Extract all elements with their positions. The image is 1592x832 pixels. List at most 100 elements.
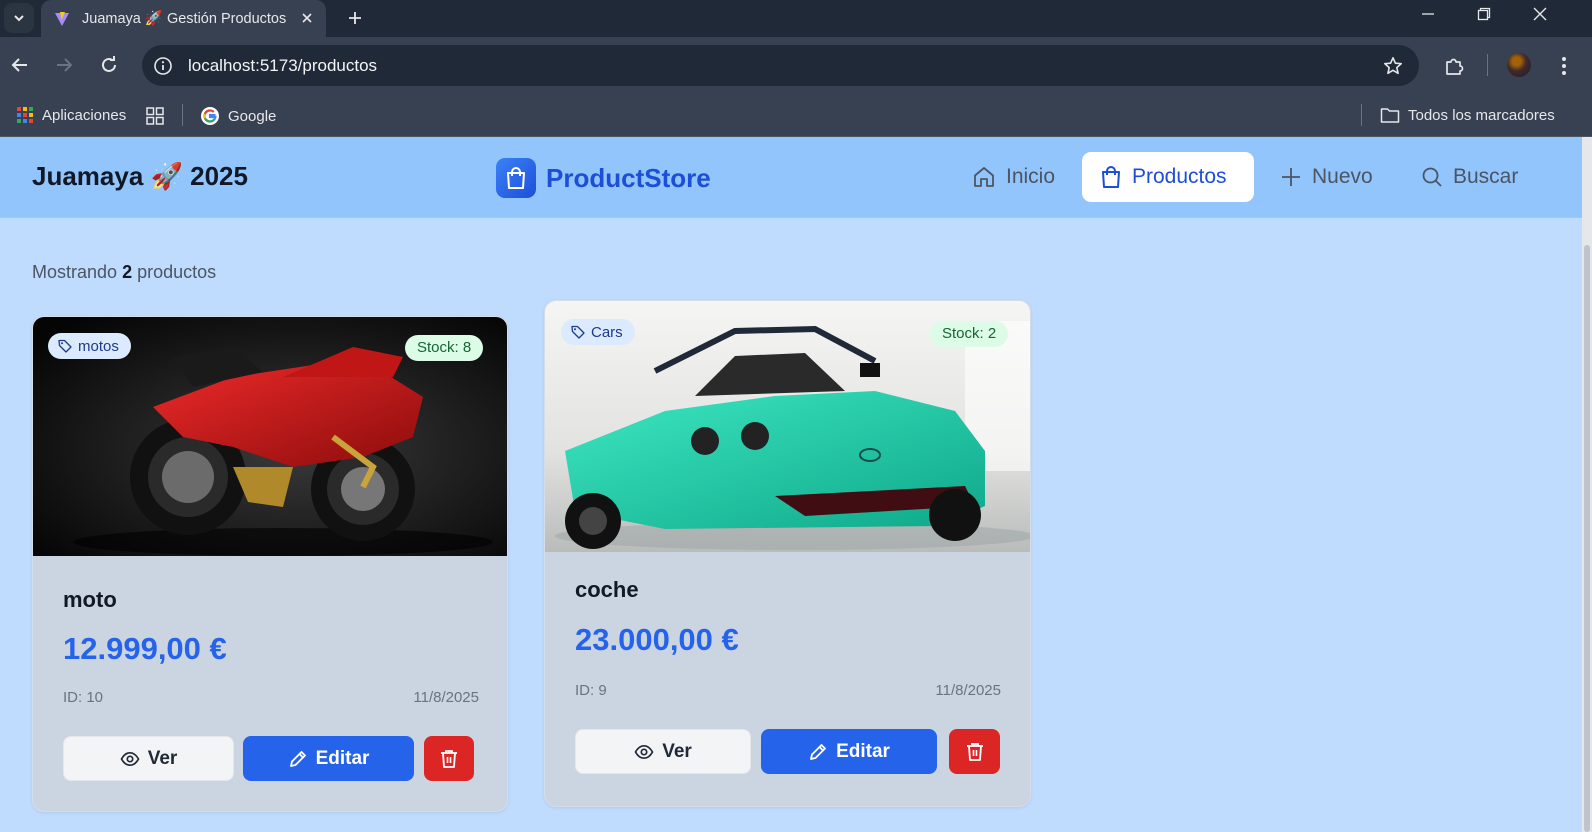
forward-button[interactable]	[50, 51, 78, 79]
scrollbar-thumb[interactable]	[1584, 245, 1590, 832]
extensions-icon[interactable]	[1440, 52, 1468, 80]
plus-icon	[349, 12, 361, 24]
tab-title: Juamaya 🚀 Gestión Productos	[82, 11, 287, 27]
product-id: ID: 9	[575, 682, 607, 699]
trash-icon	[966, 742, 983, 761]
bookmark-apps[interactable]: Aplicaciones	[16, 106, 126, 124]
trash-icon	[441, 749, 457, 768]
bookmarks-divider-right	[1361, 104, 1362, 126]
product-date: 11/8/2025	[413, 689, 479, 706]
back-button[interactable]	[6, 51, 34, 79]
tab-groups-icon	[146, 107, 164, 125]
view-button[interactable]: Ver	[63, 736, 234, 781]
brand-title[interactable]: Juamaya 🚀 2025	[32, 161, 248, 192]
close-icon	[1533, 7, 1547, 21]
kebab-menu-icon[interactable]	[1550, 52, 1578, 80]
url-text[interactable]: localhost:5173/productos	[188, 56, 377, 76]
tab-groups-button[interactable]	[145, 106, 173, 126]
nav-nuevo[interactable]: Nuevo	[1262, 152, 1391, 202]
product-card: motos Stock: 8 moto 12.999,00 € ID: 10 1…	[32, 316, 508, 812]
folder-icon	[1380, 108, 1400, 123]
nav-productos-label: Productos	[1132, 165, 1227, 188]
edit-button-label: Editar	[315, 747, 370, 769]
tab-search-button[interactable]	[4, 3, 34, 33]
shopping-bag-icon	[1102, 166, 1120, 188]
plus-icon	[1282, 168, 1300, 186]
delete-button[interactable]	[424, 736, 474, 781]
all-bookmarks-label: Todos los marcadores	[1408, 106, 1555, 124]
app-header: Juamaya 🚀 2025 ProductStore Inicio Produ…	[0, 137, 1582, 218]
tag-icon	[571, 325, 585, 339]
nav-productos[interactable]: Productos	[1082, 152, 1254, 202]
minimize-icon	[1422, 13, 1434, 15]
search-icon	[1422, 167, 1442, 187]
nav-inicio[interactable]: Inicio	[954, 152, 1073, 202]
pencil-icon	[289, 750, 306, 767]
stock-badge: Stock: 8	[405, 335, 484, 361]
bookmarks-bar: Aplicaciones Google Todos los marcadores	[0, 94, 1592, 137]
product-count-text: Mostrando 2 productos	[32, 262, 216, 283]
minimize-button[interactable]	[1400, 0, 1456, 28]
product-name: moto	[63, 587, 117, 612]
browser-tab[interactable]: Juamaya 🚀 Gestión Productos	[41, 0, 326, 37]
edit-button-label: Editar	[836, 740, 890, 762]
view-button-label: Ver	[662, 740, 692, 762]
home-icon	[974, 167, 994, 187]
url-path: :5173/productos	[255, 56, 378, 75]
nav-inicio-label: Inicio	[1006, 165, 1056, 188]
arrow-left-icon	[11, 58, 27, 72]
shopping-bag-logo-icon	[496, 158, 536, 198]
category-label: motos	[78, 337, 119, 355]
reload-icon	[102, 56, 116, 72]
product-name: coche	[575, 577, 639, 602]
reload-button[interactable]	[95, 51, 123, 79]
browser-toolbar: localhost:5173/productos	[0, 37, 1592, 94]
bookmark-google[interactable]: Google	[200, 106, 276, 126]
arrow-right-icon	[57, 58, 73, 72]
eye-icon	[634, 744, 654, 759]
edit-button[interactable]: Editar	[243, 736, 414, 781]
profile-avatar[interactable]	[1507, 53, 1531, 77]
category-label: Cars	[591, 323, 623, 341]
close-tab-icon[interactable]	[298, 9, 316, 27]
category-badge: motos	[48, 333, 131, 359]
pencil-icon	[810, 743, 826, 760]
google-icon	[201, 107, 219, 125]
product-price: 23.000,00 €	[575, 622, 739, 657]
edit-button[interactable]: Editar	[761, 729, 937, 774]
count-suffix: productos	[137, 262, 217, 282]
bookmark-google-label: Google	[228, 107, 277, 125]
new-tab-button[interactable]	[341, 4, 369, 32]
tag-icon	[58, 339, 72, 353]
browser-tabstrip: Juamaya 🚀 Gestión Productos	[0, 0, 1592, 37]
bookmark-star-icon[interactable]	[1381, 54, 1405, 78]
apps-grid-icon	[17, 107, 33, 123]
nav-nuevo-label: Nuevo	[1312, 165, 1373, 188]
nav-buscar-label: Buscar	[1453, 165, 1519, 188]
restore-button[interactable]	[1456, 0, 1512, 28]
eye-icon	[120, 751, 140, 766]
url-host: localhost	[188, 56, 256, 75]
count-value: 2	[122, 262, 133, 282]
close-window-button[interactable]	[1512, 0, 1568, 28]
bookmark-apps-label: Aplicaciones	[42, 106, 127, 124]
product-card: Cars Stock: 2 coche 23.000,00 € ID: 9 11…	[544, 300, 1031, 807]
site-info-icon[interactable]	[150, 53, 176, 79]
category-badge: Cars	[561, 319, 635, 345]
restore-icon	[1477, 7, 1491, 21]
product-date: 11/8/2025	[935, 682, 1001, 699]
count-prefix: Mostrando	[32, 262, 118, 282]
address-bar[interactable]: localhost:5173/productos	[142, 45, 1419, 86]
stock-badge: Stock: 2	[930, 321, 1009, 347]
nav-buscar[interactable]: Buscar	[1403, 152, 1536, 202]
chevron-down-icon	[14, 15, 24, 22]
logo-text: ProductStore	[546, 162, 711, 193]
vite-icon	[54, 11, 70, 27]
bookmarks-divider	[182, 104, 183, 126]
product-id: ID: 10	[63, 689, 104, 706]
all-bookmarks-button[interactable]: Todos los marcadores	[1380, 106, 1555, 124]
logo-link[interactable]: ProductStore	[496, 158, 711, 198]
toolbar-divider	[1487, 54, 1488, 76]
delete-button[interactable]	[949, 729, 1000, 774]
view-button[interactable]: Ver	[575, 729, 751, 774]
